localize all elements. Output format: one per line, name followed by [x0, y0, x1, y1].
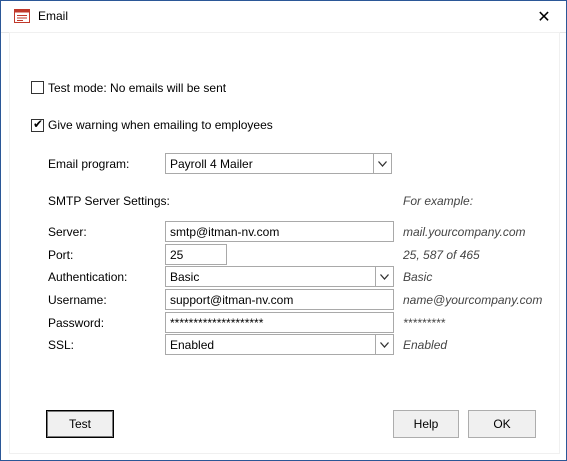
authentication-dropdown-button[interactable]: [375, 267, 393, 286]
ssl-label: SSL:: [48, 338, 75, 352]
authentication-example: Basic: [403, 270, 433, 284]
chevron-down-icon: [380, 341, 389, 348]
password-input[interactable]: ********************: [165, 312, 394, 333]
port-example: 25, 587 of 465: [403, 248, 480, 262]
title-bar: Email ✕: [1, 1, 566, 33]
test-button[interactable]: Test: [46, 410, 114, 438]
authentication-label: Authentication:: [48, 270, 128, 284]
form-icon: [14, 9, 30, 23]
ok-button-label: OK: [493, 417, 511, 431]
port-value: 25: [170, 248, 184, 262]
give-warning-checkbox[interactable]: ✔: [31, 117, 44, 132]
username-label: Username:: [48, 293, 107, 307]
chevron-down-icon: [378, 160, 387, 167]
test-mode-label[interactable]: Test mode: No emails will be sent: [48, 81, 226, 95]
example-heading: For example:: [403, 194, 474, 208]
window-title: Email: [38, 9, 69, 23]
test-button-label: Test: [68, 417, 91, 431]
password-value: ********************: [170, 316, 264, 330]
ssl-example: Enabled: [403, 338, 448, 352]
ok-button[interactable]: OK: [468, 410, 536, 438]
authentication-select[interactable]: Basic: [165, 266, 394, 287]
server-value: smtp@itman-nv.com: [170, 225, 280, 239]
ssl-dropdown-button[interactable]: [375, 335, 393, 354]
password-example: *********: [403, 316, 446, 330]
email-program-value: Payroll 4 Mailer: [170, 157, 253, 171]
port-label: Port:: [48, 248, 74, 262]
checkmark-icon: ✔: [33, 117, 44, 131]
username-value: support@itman-nv.com: [170, 293, 294, 307]
help-button-label: Help: [413, 417, 439, 431]
email-dialog: Email ✕ Test mode: No emails will be sen…: [0, 0, 567, 461]
password-label: Password:: [48, 316, 105, 330]
test-mode-checkbox[interactable]: [31, 81, 44, 94]
dialog-body: Test mode: No emails will be sent ✔ Give…: [9, 32, 560, 454]
authentication-value: Basic: [170, 270, 200, 284]
ssl-value: Enabled: [170, 338, 215, 352]
smtp-settings-heading: SMTP Server Settings:: [48, 194, 170, 208]
username-example: name@yourcompany.com: [403, 293, 543, 307]
server-input[interactable]: smtp@itman-nv.com: [165, 221, 394, 242]
username-input[interactable]: support@itman-nv.com: [165, 289, 394, 310]
close-button[interactable]: ✕: [522, 1, 566, 32]
email-program-label: Email program:: [48, 157, 130, 171]
close-icon: ✕: [537, 8, 551, 26]
email-program-select[interactable]: Payroll 4 Mailer: [165, 153, 392, 174]
port-input[interactable]: 25: [165, 244, 227, 265]
help-button[interactable]: Help: [393, 410, 459, 438]
chevron-down-icon: [380, 273, 389, 280]
email-program-dropdown-button[interactable]: [373, 154, 391, 173]
server-label: Server:: [48, 225, 87, 239]
ssl-select[interactable]: Enabled: [165, 334, 394, 355]
server-example: mail.yourcompany.com: [403, 225, 526, 239]
give-warning-label[interactable]: Give warning when emailing to employees: [48, 118, 273, 132]
